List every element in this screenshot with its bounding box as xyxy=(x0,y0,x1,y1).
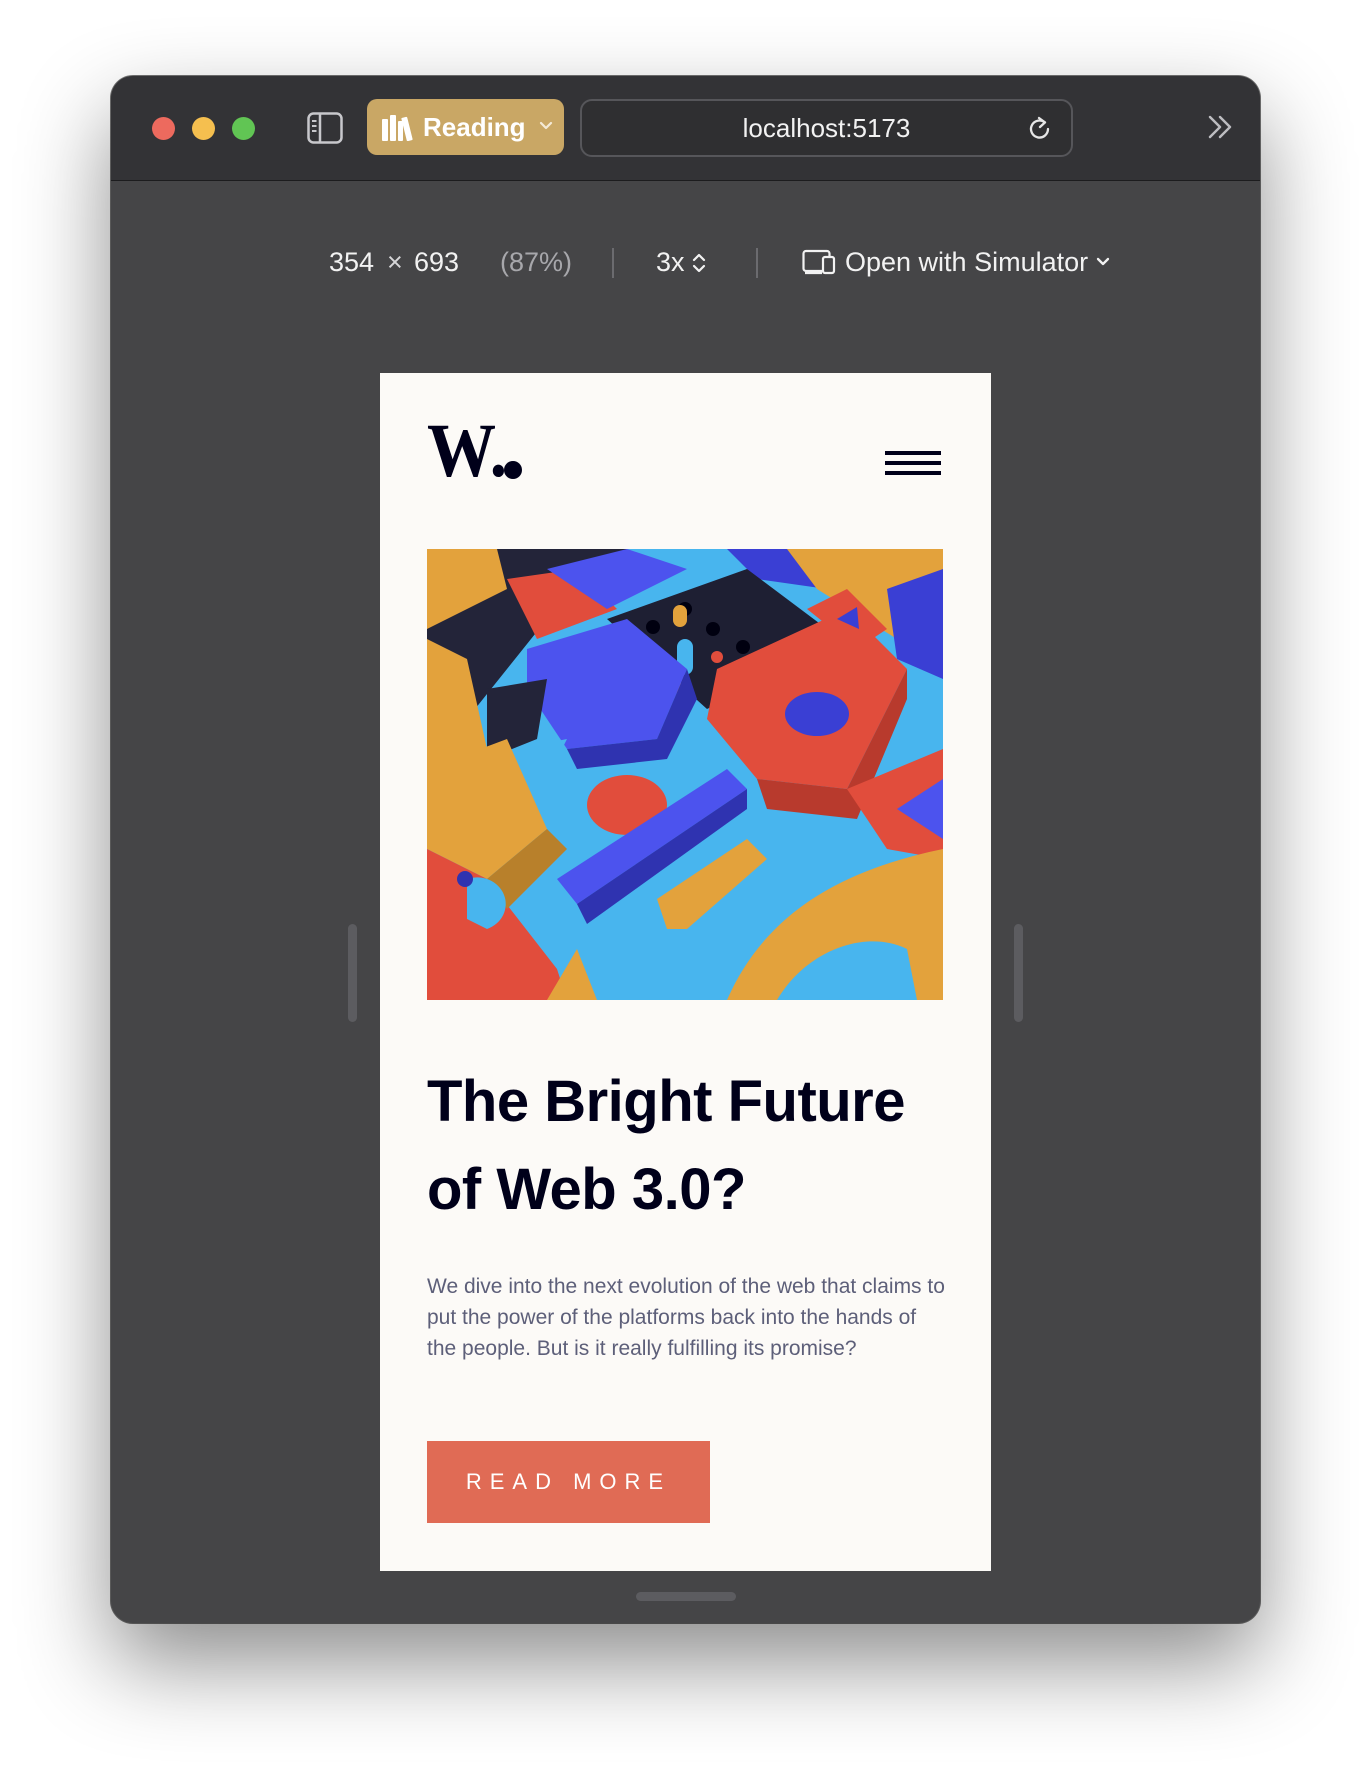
title-bar: Reading localhost:5173 xyxy=(111,76,1260,181)
svg-text:W.: W. xyxy=(427,418,507,480)
pixel-ratio-selector[interactable]: 3x xyxy=(656,238,685,286)
viewport-width[interactable]: 354 xyxy=(329,238,374,286)
toolbar-overflow-icon[interactable] xyxy=(1207,114,1235,140)
reload-icon[interactable] xyxy=(1027,114,1053,142)
zoom-level: (87%) xyxy=(500,247,573,277)
zoom-window-button[interactable] xyxy=(232,117,255,140)
url-text: localhost:5173 xyxy=(742,113,911,143)
viewport-height[interactable]: 693 xyxy=(414,238,459,286)
responsive-design-bar: 354 × 693 (87%) 3x Open with Simulator xyxy=(111,238,1260,286)
sidebar-toggle-button[interactable] xyxy=(307,112,343,144)
browser-window: Reading localhost:5173 354 × 693 (87%) 3… xyxy=(111,76,1260,1623)
resize-handle-left[interactable] xyxy=(348,924,357,1022)
resize-handle-bottom[interactable] xyxy=(636,1592,736,1601)
address-bar[interactable]: localhost:5173 xyxy=(580,99,1073,157)
devices-icon xyxy=(802,249,836,275)
device-viewport: W. The Bright Future of Web 3.0? We dive… xyxy=(380,373,991,1571)
stepper-chevrons-icon[interactable] xyxy=(692,251,706,275)
article-headline: The Bright Future of Web 3.0? xyxy=(427,1069,906,1222)
site-logo[interactable]: W. xyxy=(427,418,523,480)
article-description: We dive into the next evolution of the w… xyxy=(427,1275,945,1360)
hero-image xyxy=(427,549,943,1000)
reading-list-button[interactable]: Reading xyxy=(367,99,564,155)
chevron-down-icon[interactable] xyxy=(1096,257,1110,267)
sidebar-icon xyxy=(307,112,343,144)
hamburger-menu-icon[interactable] xyxy=(885,451,941,475)
chevron-down-icon xyxy=(539,121,553,130)
minimize-window-button[interactable] xyxy=(192,117,215,140)
close-window-button[interactable] xyxy=(152,117,175,140)
divider xyxy=(756,248,758,278)
dimension-separator: × xyxy=(387,247,403,277)
reading-label: Reading xyxy=(423,112,526,142)
books-icon xyxy=(382,115,413,141)
open-with-simulator-button[interactable]: Open with Simulator xyxy=(845,238,1088,286)
resize-handle-right[interactable] xyxy=(1014,924,1023,1022)
read-more-button[interactable]: READ MORE xyxy=(427,1441,710,1523)
divider xyxy=(612,248,614,278)
